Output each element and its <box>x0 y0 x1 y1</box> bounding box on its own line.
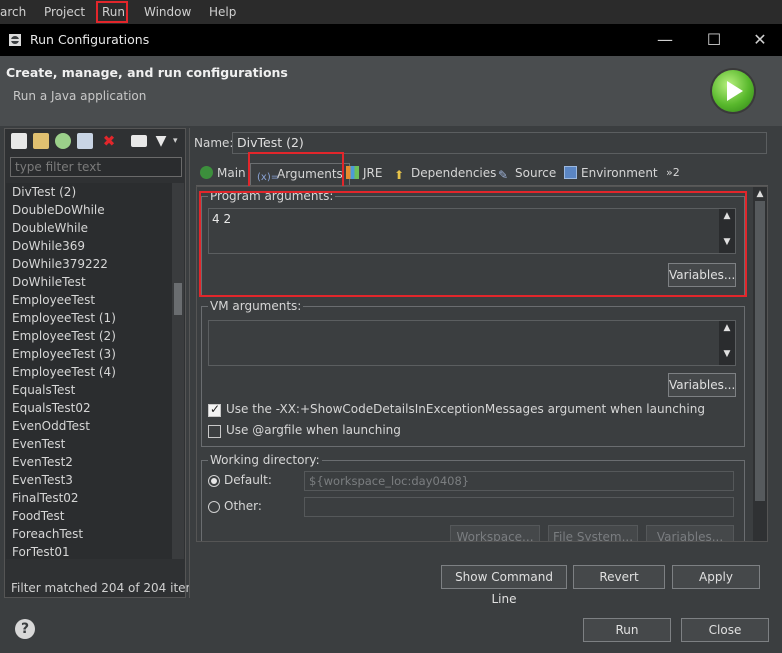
list-item[interactable]: EqualsTest <box>6 381 184 399</box>
showcode-label: Use the -XX:+ShowCodeDetailsInExceptionM… <box>226 402 705 416</box>
working-dir-variables-button[interactable]: Variables... <box>646 525 734 541</box>
list-item[interactable]: EmployeeTest (2) <box>6 327 184 345</box>
main-tab-icon <box>200 166 213 179</box>
run-config-icon <box>712 70 754 112</box>
revert-button[interactable]: Revert <box>573 565 665 589</box>
minimize-button[interactable]: — <box>655 30 675 50</box>
arguments-tab-content: Program arguments: 4 2 ▲ ▼ Variables... V… <box>196 186 768 542</box>
scroll-thumb[interactable] <box>755 201 765 501</box>
other-radio[interactable] <box>208 501 220 513</box>
run-button[interactable]: Run <box>583 618 671 642</box>
help-icon[interactable]: ? <box>15 619 35 639</box>
list-item[interactable]: EqualsTest02 <box>6 399 184 417</box>
vm-args-scrollbar[interactable]: ▲ ▼ <box>719 321 735 365</box>
list-item[interactable]: DoubleDoWhile <box>6 201 184 219</box>
header-title: Create, manage, and run configurations <box>6 65 288 80</box>
other-dir-field[interactable] <box>304 497 734 517</box>
showcode-checkbox[interactable] <box>208 402 221 417</box>
working-dir-label: Working directory: <box>210 453 320 467</box>
list-item[interactable]: DivTest (2) <box>6 183 184 201</box>
close-window-button[interactable]: ✕ <box>750 30 770 50</box>
default-label: Default: <box>224 473 272 487</box>
other-label: Other: <box>224 499 262 513</box>
list-item[interactable]: EmployeeTest (3) <box>6 345 184 363</box>
tab-jre[interactable]: JRE <box>346 163 382 185</box>
filesystem-button[interactable]: File System... <box>548 525 638 541</box>
filter-input[interactable] <box>10 157 182 177</box>
name-label: Name: <box>194 136 234 150</box>
collapse-all-icon[interactable] <box>131 135 147 147</box>
arguments-tab-highlight <box>248 152 344 188</box>
default-radio[interactable] <box>208 475 220 487</box>
vm-args-textarea[interactable]: ▲ ▼ <box>208 320 736 366</box>
maximize-button[interactable]: ☐ <box>704 30 724 50</box>
list-item[interactable]: EvenTest2 <box>6 453 184 471</box>
jre-tab-icon <box>346 166 359 179</box>
list-scroll-thumb[interactable] <box>174 283 182 315</box>
new-prototype-icon[interactable] <box>33 133 49 149</box>
name-field[interactable]: DivTest (2) <box>232 132 767 154</box>
filter-icon[interactable]: ▼ <box>153 133 169 149</box>
tab-overflow[interactable]: »2 <box>666 163 680 185</box>
config-list: DivTest (2) DoubleDoWhile DoubleWhile Do… <box>6 183 184 559</box>
list-item[interactable]: EmployeeTest <box>6 291 184 309</box>
vm-args-label: VM arguments: <box>210 299 302 313</box>
list-item[interactable]: DoWhile369 <box>6 237 184 255</box>
environment-tab-icon <box>564 166 577 179</box>
run-menu-highlight <box>96 1 128 23</box>
export-icon[interactable] <box>55 133 71 149</box>
tab-environment[interactable]: Environment <box>564 163 658 185</box>
eclipse-app-icon <box>9 34 21 46</box>
list-item[interactable]: EmployeeTest (1) <box>6 309 184 327</box>
list-item[interactable]: DoubleWhile <box>6 219 184 237</box>
menu-help[interactable]: Help <box>209 3 236 21</box>
config-editor-panel: Name: DivTest (2) Main (x)=Arguments JRE… <box>189 128 778 606</box>
list-item[interactable]: DoWhileTest <box>6 273 184 291</box>
argfile-label: Use @argfile when launching <box>226 423 401 437</box>
filter-menu-chevron-icon[interactable]: ▾ <box>173 133 189 149</box>
new-config-icon[interactable] <box>11 133 27 149</box>
list-item[interactable]: EvenTest <box>6 435 184 453</box>
tab-source[interactable]: ✎ Source <box>498 163 556 185</box>
apply-button[interactable]: Apply <box>672 565 760 589</box>
workspace-button[interactable]: Workspace... <box>450 525 540 541</box>
list-item[interactable]: EvenTest3 <box>6 471 184 489</box>
list-item[interactable]: ForTest01 <box>6 543 184 559</box>
dependencies-tab-icon: ⬆ <box>394 168 405 182</box>
delete-icon[interactable]: ✖ <box>101 133 117 149</box>
close-button[interactable]: Close <box>681 618 769 642</box>
dialog-header: Create, manage, and run configurations R… <box>0 56 782 126</box>
vm-args-variables-button[interactable]: Variables... <box>668 373 736 397</box>
filter-status: Filter matched 204 of 204 items <box>11 581 204 595</box>
header-subtitle: Run a Java application <box>13 89 147 103</box>
menubar: arch Project Run Window Help <box>0 0 782 24</box>
list-item[interactable]: EmployeeTest (4) <box>6 363 184 381</box>
source-tab-icon: ✎ <box>498 168 509 182</box>
list-item[interactable]: FoodTest <box>6 507 184 525</box>
window-title: Run Configurations <box>30 32 150 47</box>
show-command-line-button[interactable]: Show Command Line <box>441 565 567 606</box>
tab-dependencies[interactable]: ⬆ Dependencies <box>394 163 496 185</box>
tab-main[interactable]: Main <box>200 163 246 185</box>
default-dir-field: ${workspace_loc:day0408} <box>304 471 734 491</box>
list-scrollbar[interactable] <box>172 183 184 559</box>
list-item[interactable]: DoWhile379222 <box>6 255 184 273</box>
menu-search[interactable]: arch <box>0 3 26 21</box>
scroll-up-icon[interactable]: ▲ <box>753 189 767 199</box>
config-tree-panel: ✖ ▼ ▾ DivTest (2) DoubleDoWhile DoubleWh… <box>4 128 203 598</box>
title-bar: Run Configurations — ☐ ✕ <box>0 24 782 56</box>
list-item[interactable]: EvenOddTest <box>6 417 184 435</box>
program-args-highlight <box>199 191 747 297</box>
list-item[interactable]: FinalTest02 <box>6 489 184 507</box>
menu-window[interactable]: Window <box>144 3 191 21</box>
working-dir-group: Working directory: Default: ${workspace_… <box>201 453 745 541</box>
menu-project[interactable]: Project <box>44 3 85 21</box>
list-item[interactable]: ForeachTest <box>6 525 184 543</box>
vm-args-group: VM arguments: ▲▼ Variables... Use the -X… <box>201 299 745 447</box>
argfile-checkbox[interactable] <box>208 425 221 438</box>
tab-content-scrollbar[interactable]: ▲ <box>753 187 767 541</box>
duplicate-icon[interactable] <box>77 133 93 149</box>
